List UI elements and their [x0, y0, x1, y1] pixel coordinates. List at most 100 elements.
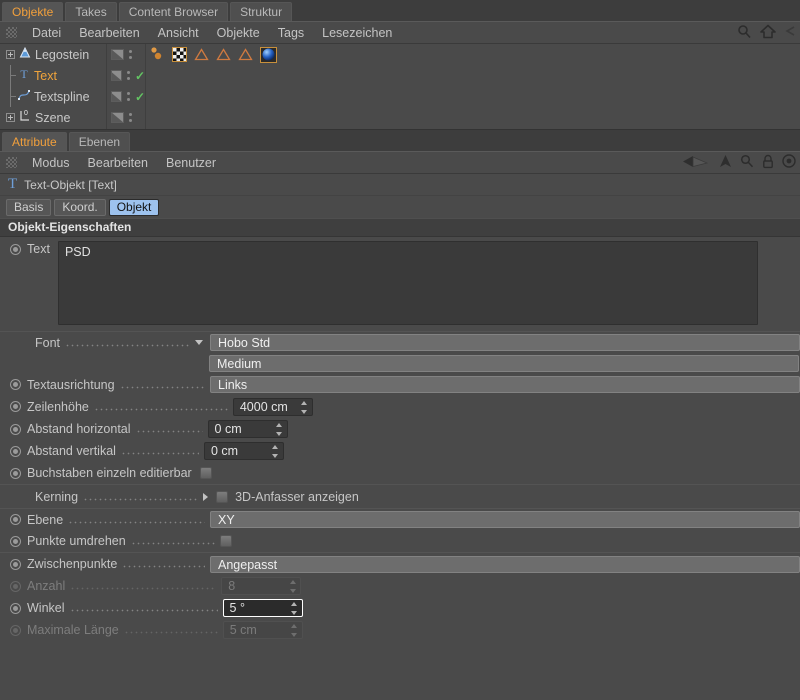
subtab-koord[interactable]: Koord.	[54, 199, 105, 216]
chevron-icon[interactable]	[784, 24, 796, 41]
toggle-row-legostein[interactable]	[107, 44, 145, 65]
expand-szene-icon[interactable]	[6, 113, 15, 122]
zeilenhoehe-stepper[interactable]	[301, 401, 308, 414]
target-icon[interactable]	[782, 154, 796, 171]
punkte-umdrehen-radio-icon[interactable]	[10, 536, 21, 547]
tree-connector	[6, 65, 17, 86]
subtab-objekt[interactable]: Objekt	[109, 199, 160, 216]
zeilenhoehe-radio-icon[interactable]	[10, 401, 21, 412]
dots-orange-icon[interactable]	[149, 46, 165, 64]
panel-grip-icon[interactable]	[6, 27, 17, 38]
3d-anfasser-checkbox[interactable]	[216, 491, 228, 503]
textausrichtung-radio-icon[interactable]	[10, 379, 21, 390]
arrow-up-icon[interactable]	[719, 154, 732, 172]
visibility-toggle-icon[interactable]	[111, 49, 124, 60]
winkel-radio-icon[interactable]	[10, 603, 21, 614]
object-tree-names: Legostein T Text	[0, 44, 106, 129]
buchstaben-radio-icon[interactable]	[10, 468, 21, 479]
text-input[interactable]: PSD	[58, 241, 758, 325]
property-row-zeilenhoehe: Zeilenhöhe 4000 cm	[0, 395, 800, 418]
property-row-ebene: Ebene XY	[0, 508, 800, 530]
triangle-outline-icon[interactable]	[194, 48, 209, 61]
lock-icon[interactable]	[762, 154, 774, 172]
menu-bearbeiten[interactable]: Bearbeiten	[70, 23, 148, 43]
tab-struktur[interactable]: Struktur	[230, 2, 292, 21]
property-row-zwischenpunkte: Zwischenpunkte Angepasst	[0, 552, 800, 575]
font-dropdown-arrow-icon[interactable]	[195, 340, 203, 345]
tab-content-browser[interactable]: Content Browser	[119, 2, 228, 21]
visibility-toggle-icon[interactable]	[111, 112, 124, 123]
enable-dots-icon[interactable]	[129, 113, 132, 122]
toggle-row-textspline[interactable]: ✓	[107, 86, 145, 107]
tab-attribute[interactable]: Attribute	[2, 132, 67, 151]
tab-objekte[interactable]: Objekte	[2, 2, 63, 21]
subtab-basis[interactable]: Basis	[6, 199, 51, 216]
object-manager-tabstrip: Objekte Takes Content Browser Struktur	[0, 0, 800, 21]
property-row-maximale-laenge: Maximale Länge 5 cm	[0, 619, 800, 641]
menu-tags[interactable]: Tags	[269, 23, 313, 43]
property-label-font: Font	[35, 336, 60, 350]
expand-legostein-icon[interactable]	[6, 50, 15, 59]
zwischenpunkte-radio-icon[interactable]	[10, 559, 21, 570]
kerning-expand-arrow-icon[interactable]	[203, 493, 208, 501]
triangle-outline-icon[interactable]	[238, 48, 253, 61]
menu-ansicht[interactable]: Ansicht	[149, 23, 208, 43]
menu-objekte[interactable]: Objekte	[208, 23, 269, 43]
abstand-vertikal-stepper[interactable]	[272, 445, 279, 458]
label-leader	[124, 624, 218, 636]
abstand-horizontal-input[interactable]: 0 cm	[208, 420, 288, 438]
check-icon: ✓	[135, 91, 145, 103]
winkel-stepper[interactable]	[291, 602, 298, 615]
toggle-row-szene[interactable]	[107, 107, 145, 128]
visibility-toggle-icon[interactable]	[111, 70, 122, 81]
property-label-textausrichtung: Textausrichtung	[27, 378, 115, 392]
enable-dots-icon[interactable]	[127, 71, 130, 80]
property-row-abstand-vertikal: Abstand vertikal 0 cm	[0, 440, 800, 462]
menu-benutzer[interactable]: Benutzer	[157, 153, 225, 173]
home-icon[interactable]	[760, 24, 776, 42]
menu-bearbeiten-attr[interactable]: Bearbeiten	[79, 153, 157, 173]
menu-lesezeichen[interactable]: Lesezeichen	[313, 23, 401, 43]
textausrichtung-combo[interactable]: Links	[210, 376, 800, 393]
tree-row-legostein[interactable]: Legostein	[0, 44, 106, 65]
triangle-outline-icon[interactable]	[216, 48, 231, 61]
menu-datei[interactable]: Datei	[23, 23, 70, 43]
abstand-horizontal-radio-icon[interactable]	[10, 424, 21, 435]
punkte-umdrehen-checkbox[interactable]	[220, 535, 232, 547]
ebene-combo[interactable]: XY	[210, 511, 800, 528]
tab-takes[interactable]: Takes	[65, 2, 116, 21]
menu-modus[interactable]: Modus	[23, 153, 79, 173]
winkel-input[interactable]: 5 °	[223, 599, 303, 617]
zeilenhoehe-input[interactable]: 4000 cm	[233, 398, 313, 416]
checker-texture-icon[interactable]	[172, 47, 187, 62]
zwischenpunkte-combo[interactable]: Angepasst	[210, 556, 800, 573]
text-radio-icon[interactable]	[10, 244, 21, 255]
abstand-vertikal-radio-icon[interactable]	[10, 446, 21, 457]
buchstaben-checkbox[interactable]	[200, 467, 212, 479]
label-leader	[122, 558, 205, 570]
blue-sphere-icon[interactable]	[260, 47, 277, 63]
toggle-row-text[interactable]: ✓	[107, 65, 145, 86]
font-combo[interactable]: Hobo Std	[210, 334, 800, 351]
object-tree: Legostein T Text	[0, 44, 800, 130]
back-cone-icon[interactable]	[681, 154, 711, 172]
abstand-vertikal-input[interactable]: 0 cm	[204, 442, 284, 460]
search-icon[interactable]	[740, 154, 754, 171]
property-row-font: Font Hobo Std	[0, 331, 800, 353]
tree-row-szene[interactable]: 0 Szene	[0, 107, 106, 128]
enable-dots-icon[interactable]	[127, 92, 130, 101]
tree-row-text[interactable]: T Text	[0, 65, 106, 86]
ebene-radio-icon[interactable]	[10, 514, 21, 525]
enable-dots-icon[interactable]	[129, 50, 132, 59]
tree-row-textspline[interactable]: Textspline	[0, 86, 106, 107]
search-icon[interactable]	[737, 24, 752, 42]
attribute-manager-menubar: Modus Bearbeiten Benutzer	[0, 151, 800, 174]
abstand-horizontal-stepper[interactable]	[276, 423, 283, 436]
font-style-combo[interactable]: Medium	[209, 355, 799, 372]
label-leader	[120, 379, 205, 391]
panel-grip-icon[interactable]	[6, 157, 17, 168]
attribute-subtabs: Basis Koord. Objekt	[0, 196, 800, 218]
visibility-toggle-icon[interactable]	[111, 91, 122, 102]
tree-label-szene: Szene	[35, 111, 70, 125]
tab-ebenen[interactable]: Ebenen	[69, 132, 130, 151]
